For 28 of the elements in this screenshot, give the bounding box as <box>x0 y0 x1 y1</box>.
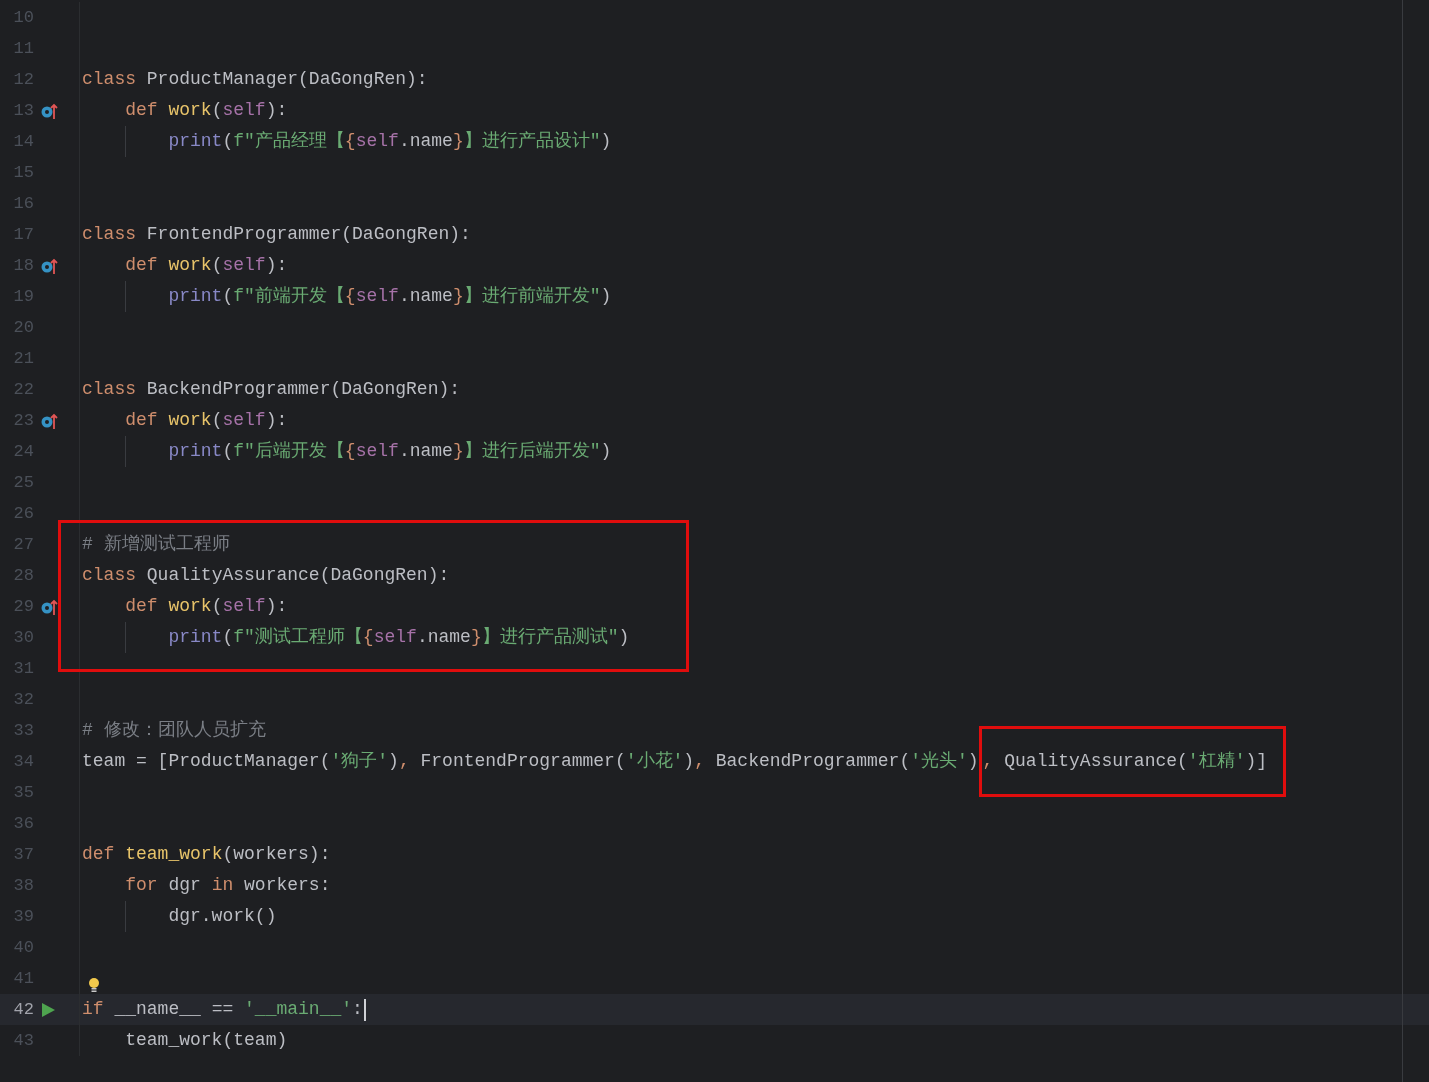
code-line: print(f"前端开发【{self.name}】进行前端开发") <box>167 285 612 308</box>
code-line: team = [ProductManager('狗子'), FrontendProgrammer('小花'), BackendProgrammer('光头') <box>82 750 979 773</box>
code-line: print(f"后端开发【{self.name}】进行后端开发") <box>167 440 612 463</box>
code-line: print(f"测试工程师【{self.name}】进行产品测试") <box>167 626 630 649</box>
code-line: if __name__ == '__main__': <box>82 998 363 1021</box>
line-number: 42 <box>12 998 34 1021</box>
override-icon[interactable] <box>40 256 58 275</box>
code-line: # 新增测试工程师 <box>82 533 230 556</box>
code-line: class QualityAssurance(DaGongRen): <box>82 564 450 587</box>
code-line: def work(self): <box>124 595 288 618</box>
lightbulb-icon[interactable] <box>88 977 100 993</box>
code-line: class BackendProgrammer(DaGongRen): <box>82 378 461 401</box>
code-line: def team_work(workers): <box>82 843 331 866</box>
highlight-box: , QualityAssurance('杠精')] <box>978 726 1287 797</box>
code-line: class FrontendProgrammer(DaGongRen): <box>82 223 471 246</box>
code-line: class ProductManager(DaGongRen): <box>82 68 428 91</box>
code-line: team_work(team) <box>124 1029 288 1052</box>
override-icon[interactable] <box>40 411 58 430</box>
code-line: for dgr in workers: <box>124 874 331 897</box>
code-line: # 修改：团队人员扩充 <box>82 719 266 742</box>
code-line: def work(self): <box>124 99 288 122</box>
code-line: dgr.work() <box>167 905 277 928</box>
override-icon[interactable] <box>40 597 58 616</box>
code-line: print(f"产品经理【{self.name}】进行产品设计") <box>167 130 612 153</box>
code-line: def work(self): <box>124 409 288 432</box>
run-icon[interactable] <box>40 1001 56 1018</box>
override-icon[interactable] <box>40 101 58 120</box>
code-line: def work(self): <box>124 254 288 277</box>
